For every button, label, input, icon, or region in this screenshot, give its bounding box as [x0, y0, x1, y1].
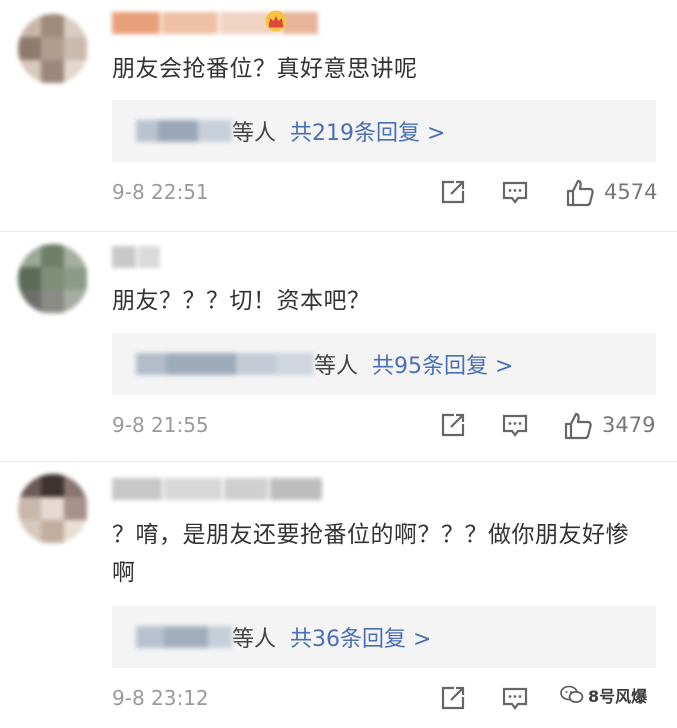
comment-item: 朋友？？？切！资本吧？ 等人 共95条回复 > 9-8 21:55 3479: [0, 232, 677, 464]
username[interactable]: [112, 246, 160, 268]
reply-suffix: 等人: [232, 121, 277, 146]
comment-meta: 9-8 21:55 3479: [112, 411, 657, 441]
wechat-icon: [560, 685, 584, 703]
timestamp: 9-8 23:12: [112, 686, 209, 710]
replier-names: [136, 120, 232, 142]
watermark-text: 8号风爆: [588, 687, 648, 706]
reply-summary[interactable]: 等人 共95条回复 >: [112, 333, 656, 395]
replier-names: [136, 353, 314, 375]
comment-text: 朋友会抢番位？真好意思讲呢: [112, 56, 418, 82]
watermark: 8号风爆: [560, 683, 647, 707]
reply-suffix: 等人: [232, 627, 277, 652]
like-count: 3479: [602, 413, 656, 437]
avatar[interactable]: [18, 244, 88, 314]
reply-count-link[interactable]: 共219条回复 >: [290, 115, 445, 147]
reply-summary[interactable]: 等人 共219条回复 >: [112, 100, 656, 162]
reply-suffix: 等人: [314, 354, 359, 379]
comment-text: 朋友？？？切！资本吧？: [112, 288, 371, 314]
replier-names: [136, 626, 232, 648]
comment-meta: 9-8 22:51 4574: [112, 178, 657, 208]
repost-icon[interactable]: [439, 411, 467, 439]
comment-item: 朋友会抢番位？真好意思讲呢 等人 共219条回复 > 9-8 22:51 457…: [0, 0, 677, 232]
like-count: 4574: [604, 180, 658, 204]
reply-summary[interactable]: 等人 共36条回复 >: [112, 606, 656, 668]
reply-count-link[interactable]: 共95条回复 >: [372, 348, 513, 380]
timestamp: 9-8 21:55: [112, 413, 209, 437]
avatar[interactable]: [18, 474, 88, 544]
crown-icon: [265, 10, 287, 32]
timestamp: 9-8 22:51: [112, 180, 209, 204]
username[interactable]: [112, 478, 322, 500]
comment-icon[interactable]: [501, 178, 529, 206]
like-icon[interactable]: [565, 178, 595, 208]
comment-icon[interactable]: [501, 684, 529, 712]
repost-icon[interactable]: [439, 684, 467, 712]
comment-text: ？唷，是朋友还要抢番位的啊？？？做你朋友好惨啊: [112, 522, 629, 586]
repost-icon[interactable]: [439, 178, 467, 206]
comment-icon[interactable]: [501, 411, 529, 439]
avatar[interactable]: [18, 14, 88, 84]
reply-count-link[interactable]: 共36条回复 >: [290, 621, 431, 653]
like-icon[interactable]: [563, 411, 593, 441]
